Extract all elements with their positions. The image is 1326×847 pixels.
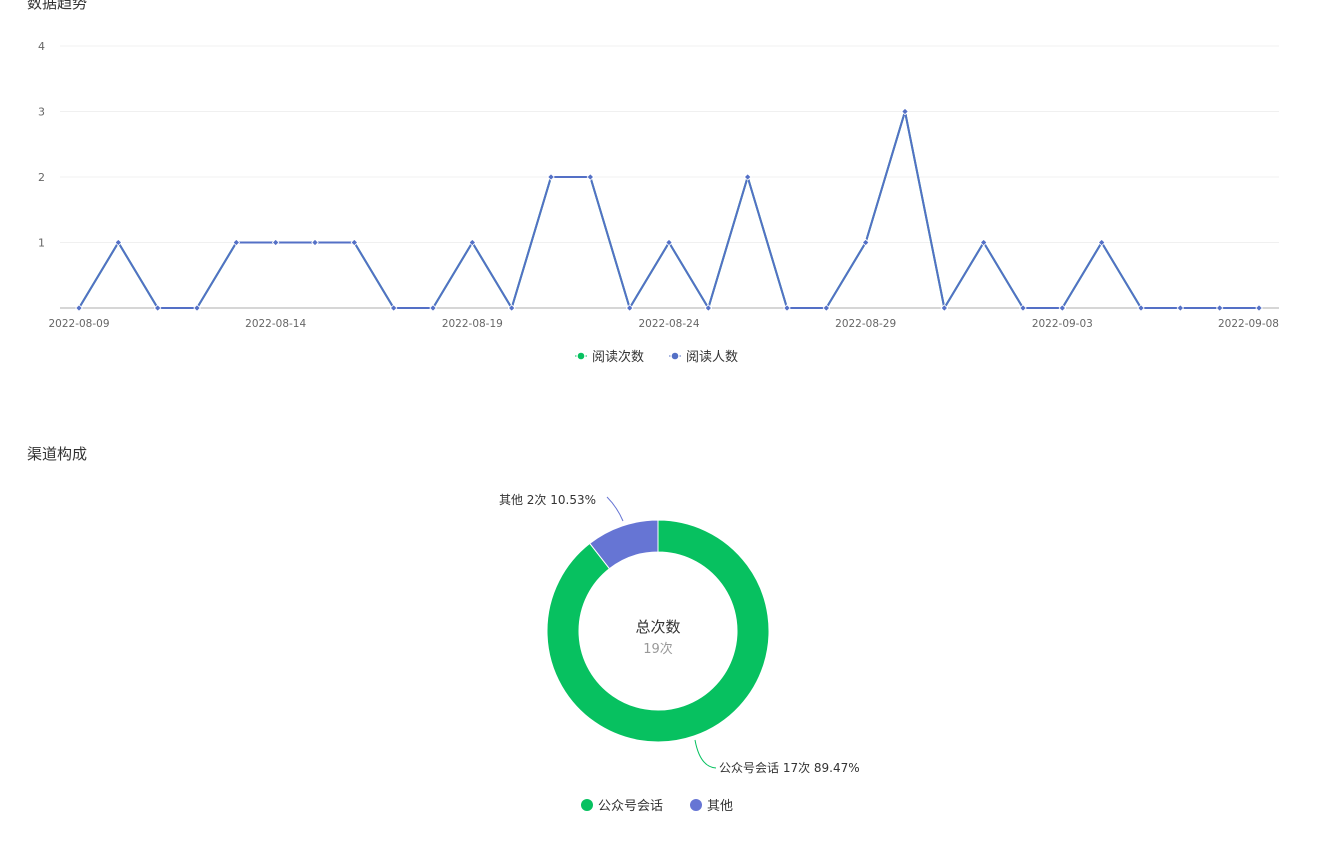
- data-point[interactable]: [271, 238, 280, 247]
- data-point[interactable]: [783, 304, 791, 312]
- legend-label[interactable]: 其他: [707, 799, 733, 814]
- slice-label: 公众号会话 17次 89.47%: [719, 761, 860, 775]
- donut-center-value: 19次: [643, 641, 673, 657]
- legend-marker: [671, 352, 679, 360]
- legend-label[interactable]: 公众号会话: [598, 799, 663, 814]
- series-line-2: [78, 110, 1259, 309]
- data-point[interactable]: [1255, 304, 1263, 312]
- y-tick-label: 2: [38, 171, 45, 184]
- data-point[interactable]: [743, 173, 752, 181]
- donut-center-title: 总次数: [635, 618, 680, 636]
- data-point[interactable]: [901, 107, 909, 116]
- data-point[interactable]: [1215, 304, 1224, 312]
- legend-label[interactable]: 阅读人数: [686, 350, 738, 365]
- x-tick-label: 2022-08-09: [48, 318, 109, 330]
- data-point[interactable]: [586, 173, 595, 181]
- y-tick-label: 1: [38, 237, 45, 250]
- x-tick-label: 2022-09-08: [1218, 318, 1279, 330]
- x-tick-label: 2022-08-19: [442, 318, 503, 330]
- series-line-1: [78, 110, 1259, 309]
- x-tick-label: 2022-08-24: [638, 318, 699, 330]
- slice-label: 其他 2次 10.53%: [499, 493, 596, 507]
- x-tick-label: 2022-09-03: [1032, 318, 1093, 330]
- y-tick-label: 4: [38, 40, 45, 53]
- data-point[interactable]: [311, 238, 319, 247]
- y-tick-label: 3: [38, 106, 45, 119]
- slice-leader-line: [694, 739, 717, 769]
- data-point[interactable]: [1176, 304, 1185, 312]
- x-tick-label: 2022-08-29: [835, 318, 896, 330]
- slice-leader-line: [606, 496, 624, 522]
- legend-marker: [577, 352, 585, 360]
- legend-marker: [690, 799, 702, 811]
- trend-line-chart: 1 2 3 4 2022-08-09 2022-08-14 2022-08-19 2022-0…: [38, 40, 1279, 365]
- data-point[interactable]: [547, 173, 555, 181]
- legend-marker: [581, 799, 593, 811]
- x-tick-label: 2022-08-14: [245, 318, 306, 330]
- channel-pie-chart: 公众号会话 17次 89.47% 其他 2次 10.53% 总次数 19次公众号会话 其…: [499, 493, 860, 814]
- legend-label[interactable]: 阅读次数: [592, 349, 644, 365]
